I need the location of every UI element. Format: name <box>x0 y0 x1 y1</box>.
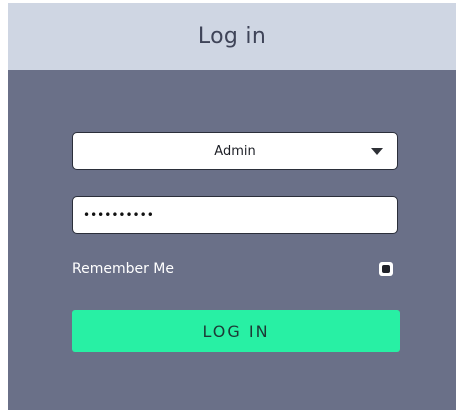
user-select-value: Admin <box>214 143 256 159</box>
remember-me-checkbox[interactable] <box>379 262 393 276</box>
checkbox-mark <box>382 265 390 273</box>
remember-me-label: Remember Me <box>72 261 174 277</box>
password-field[interactable] <box>72 196 398 234</box>
page-title: Log in <box>197 24 267 49</box>
user-select[interactable]: Admin <box>72 132 398 170</box>
login-panel: Log in Admin Remember Me LOG IN <box>8 3 456 410</box>
login-button[interactable]: LOG IN <box>72 310 400 352</box>
chevron-down-icon[interactable] <box>371 148 383 155</box>
login-button-label: LOG IN <box>202 321 270 341</box>
login-header: Log in <box>8 3 456 70</box>
